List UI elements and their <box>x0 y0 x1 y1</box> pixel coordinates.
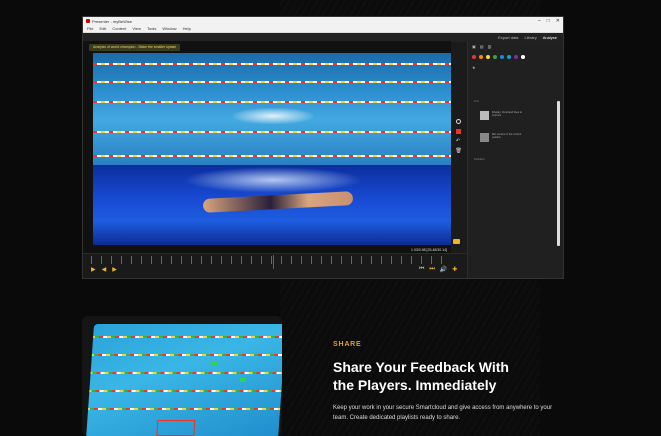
settings-icon[interactable]: ✚ <box>452 266 457 273</box>
color-swatch[interactable] <box>493 55 497 59</box>
video-pane[interactable]: Analysis of world champion - Make the sm… <box>83 41 451 278</box>
toolbar-icon[interactable]: ▤ <box>480 44 484 49</box>
menu-bar: File Edit Content View Tools Window Help <box>83 25 563 33</box>
clip-tag[interactable]: Analysis of world champion - Make the sm… <box>89 44 181 51</box>
color-swatch[interactable] <box>500 55 504 59</box>
circle-tool-icon[interactable] <box>455 119 461 124</box>
tablet-image <box>82 316 282 436</box>
minimize-button[interactable]: – <box>538 18 541 24</box>
maximize-button[interactable]: □ <box>547 18 550 24</box>
lane-rope <box>93 101 451 103</box>
toolbar-icon[interactable]: ▥ <box>488 44 492 49</box>
menu-help[interactable]: Help <box>183 26 191 31</box>
color-swatch[interactable] <box>472 55 476 59</box>
right-panel: ▣ ▤ ▥ ★ List Display: Freehand lines to <box>467 41 563 278</box>
nav-export-data[interactable]: Export data <box>498 35 518 40</box>
skip-forward-icon[interactable]: ⏭ <box>429 266 434 273</box>
title-line-2: the Players. Immediately <box>333 377 497 393</box>
timecode: 1.03/0.98 [25.48/30.14] <box>410 248 447 252</box>
section-body: Keep your work in your secure Smartcloud… <box>333 405 553 421</box>
menu-file[interactable]: File <box>87 26 93 31</box>
bubbles <box>183 167 363 193</box>
lane-rope <box>85 336 282 338</box>
trash-icon[interactable]: 🗑 <box>456 149 462 154</box>
playhead[interactable] <box>273 255 274 269</box>
position-label: Position <box>474 157 485 161</box>
item-text: Mic Lecture in the current position <box>492 133 522 139</box>
item-text: Display: Freehand lines to improve <box>492 111 522 117</box>
lane-rope <box>85 354 282 356</box>
playback-controls: ▶ ◀ ▶ <box>91 266 117 273</box>
window-controls: – □ ✕ <box>538 18 560 24</box>
lane-rope <box>93 81 451 83</box>
lane-rope <box>85 408 282 410</box>
list-item[interactable]: Mic Lecture in the current position <box>480 133 526 151</box>
annotation-box <box>156 420 196 436</box>
app-logo-icon <box>86 19 90 23</box>
item-thumbnail <box>480 133 489 142</box>
step-back-icon[interactable]: ◀ <box>102 266 107 273</box>
annotation-mark <box>240 378 247 382</box>
list-item[interactable]: Display: Freehand lines to improve <box>480 111 526 129</box>
scrollbar[interactable] <box>557 101 560 246</box>
title-bar: Presenter - myBeWise – □ ✕ <box>83 17 563 25</box>
star-icon[interactable]: ★ <box>472 65 476 70</box>
playback-controls-right: ⏮ ⏭ 🔊 ✚ <box>419 266 457 273</box>
star-row: ★ <box>468 62 563 73</box>
color-swatch[interactable] <box>514 55 518 59</box>
underwater-swimmer <box>202 191 354 213</box>
window-title: Presenter - myBeWise <box>92 18 133 24</box>
toolbar-icon[interactable]: ▣ <box>472 44 476 49</box>
volume-icon[interactable]: 🔊 <box>440 266 447 273</box>
menu-content[interactable]: Content <box>112 26 126 31</box>
folder-icon[interactable] <box>453 239 460 244</box>
section-tag: SHARE <box>333 341 362 348</box>
tablet-screen <box>85 324 282 436</box>
color-swatch[interactable] <box>521 55 525 59</box>
lane-rope <box>93 131 451 133</box>
play-icon[interactable]: ▶ <box>91 266 96 273</box>
color-swatch[interactable] <box>479 55 483 59</box>
nav-analyse[interactable]: Analyse <box>543 35 557 40</box>
lane-rope <box>85 390 282 392</box>
swimmer-splash <box>233 108 313 124</box>
skip-back-icon[interactable]: ⏮ <box>419 266 424 273</box>
app-window: Presenter - myBeWise – □ ✕ File Edit Con… <box>82 16 564 279</box>
nav-library[interactable]: Library <box>525 35 537 40</box>
menu-tools[interactable]: Tools <box>147 26 156 31</box>
lane-rope <box>85 372 282 374</box>
workspace: Analysis of world champion - Make the sm… <box>83 41 563 278</box>
color-tool-icon[interactable] <box>455 129 461 134</box>
menu-edit[interactable]: Edit <box>99 26 106 31</box>
menu-view[interactable]: View <box>132 26 141 31</box>
lane-rope <box>93 63 451 65</box>
menu-window[interactable]: Window <box>162 26 176 31</box>
lane-rope <box>93 155 451 157</box>
list-label: List <box>474 99 479 103</box>
color-swatch[interactable] <box>507 55 511 59</box>
drawing-tools: ↶ 🗑 <box>454 119 462 154</box>
video-underwater <box>93 165 451 245</box>
video-above-water <box>93 53 451 165</box>
timeline-ticks <box>91 256 451 264</box>
undo-icon[interactable]: ↶ <box>456 139 461 144</box>
annotation-mark <box>211 362 218 366</box>
color-palette <box>468 52 563 62</box>
color-swatch[interactable] <box>486 55 490 59</box>
close-button[interactable]: ✕ <box>556 18 560 24</box>
step-forward-icon[interactable]: ▶ <box>112 266 117 273</box>
title-line-1: Share Your Feedback With <box>333 359 509 375</box>
panel-toolbar: ▣ ▤ ▥ <box>468 41 563 52</box>
item-thumbnail <box>480 111 489 120</box>
section-title: Share Your Feedback With the Players. Im… <box>333 358 563 394</box>
